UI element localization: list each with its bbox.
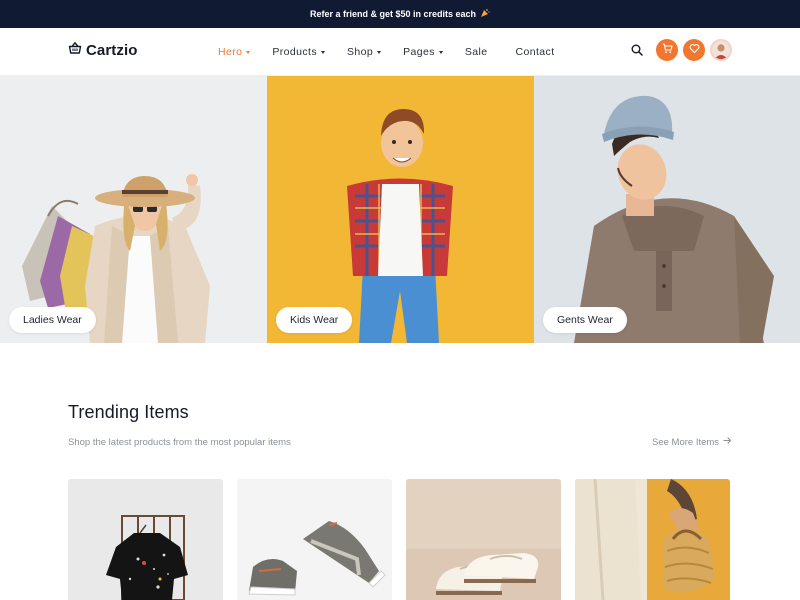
wishlist-button[interactable] bbox=[683, 39, 705, 61]
category-pill-kids-wear[interactable]: Kids Wear bbox=[276, 307, 353, 333]
product-card-handbag[interactable] bbox=[575, 479, 730, 600]
section-title: Trending Items bbox=[68, 402, 189, 422]
menu-item-contact[interactable]: Contact bbox=[516, 46, 555, 58]
see-more-link[interactable]: See More Items bbox=[652, 436, 732, 448]
category-panel-gents[interactable]: Gents Wear bbox=[534, 76, 800, 343]
hero-category-banner: Ladies Wear Kids Wear Gents Wear bbox=[0, 76, 800, 343]
shopping-basket-icon bbox=[68, 41, 82, 60]
ladies-model-image bbox=[0, 76, 267, 343]
category-label: Kids Wear bbox=[290, 314, 339, 326]
promo-bar: Refer a friend & get $50 in credits each bbox=[0, 0, 800, 28]
category-pill-gents-wear[interactable]: Gents Wear bbox=[543, 307, 627, 333]
menu-label: Sale bbox=[464, 46, 488, 58]
party-popper-icon bbox=[480, 8, 490, 20]
primary-menu: Hero Products Shop Pages Sale Contact bbox=[218, 28, 577, 76]
promo-text: Refer a friend & get $50 in credits each bbox=[309, 9, 477, 19]
brand-logo[interactable]: Cartzio bbox=[68, 41, 138, 60]
product-image-sneakers bbox=[237, 479, 392, 600]
trending-products-grid bbox=[68, 479, 730, 600]
product-card-loafers[interactable] bbox=[406, 479, 561, 600]
menu-item-sale[interactable]: Sale bbox=[465, 46, 488, 58]
caret-down-icon bbox=[321, 51, 325, 54]
heart-icon bbox=[689, 41, 700, 59]
menu-label: Pages bbox=[403, 46, 435, 58]
menu-item-shop[interactable]: Shop bbox=[347, 46, 382, 58]
category-pill-ladies-wear[interactable]: Ladies Wear bbox=[9, 307, 96, 333]
caret-down-icon bbox=[377, 51, 382, 54]
category-panel-kids[interactable]: Kids Wear bbox=[267, 76, 534, 343]
menu-label: Shop bbox=[347, 46, 374, 58]
product-image-loafers bbox=[406, 479, 561, 600]
user-avatar[interactable] bbox=[710, 39, 732, 61]
gents-model-image bbox=[534, 76, 800, 343]
product-card-sneakers[interactable] bbox=[237, 479, 392, 600]
search-icon[interactable] bbox=[626, 39, 648, 61]
cart-button[interactable] bbox=[656, 39, 678, 61]
caret-down-icon bbox=[246, 51, 251, 54]
product-image-handbag bbox=[575, 479, 730, 600]
menu-label: Products bbox=[272, 46, 317, 58]
cart-icon bbox=[662, 41, 673, 59]
product-image-tshirt bbox=[68, 479, 223, 600]
see-more-label: See More Items bbox=[652, 436, 720, 448]
menu-label: Hero bbox=[218, 46, 243, 58]
kids-model-image bbox=[267, 76, 534, 343]
arrow-right-icon bbox=[723, 436, 732, 448]
product-card-tshirt[interactable] bbox=[68, 479, 223, 600]
category-label: Gents Wear bbox=[557, 314, 613, 326]
header-actions bbox=[626, 39, 732, 61]
category-label: Ladies Wear bbox=[23, 314, 82, 326]
section-subtitle: Shop the latest products from the most p… bbox=[68, 437, 291, 448]
menu-item-pages[interactable]: Pages bbox=[403, 46, 443, 58]
caret-down-icon bbox=[438, 51, 443, 54]
main-navigation: Cartzio Hero Products Shop Pages Sale Co… bbox=[0, 28, 800, 76]
menu-item-hero[interactable]: Hero bbox=[218, 46, 251, 58]
menu-label: Contact bbox=[515, 46, 555, 58]
menu-item-products[interactable]: Products bbox=[272, 46, 325, 58]
brand-name: Cartzio bbox=[86, 42, 138, 59]
category-panel-ladies[interactable]: Ladies Wear bbox=[0, 76, 267, 343]
